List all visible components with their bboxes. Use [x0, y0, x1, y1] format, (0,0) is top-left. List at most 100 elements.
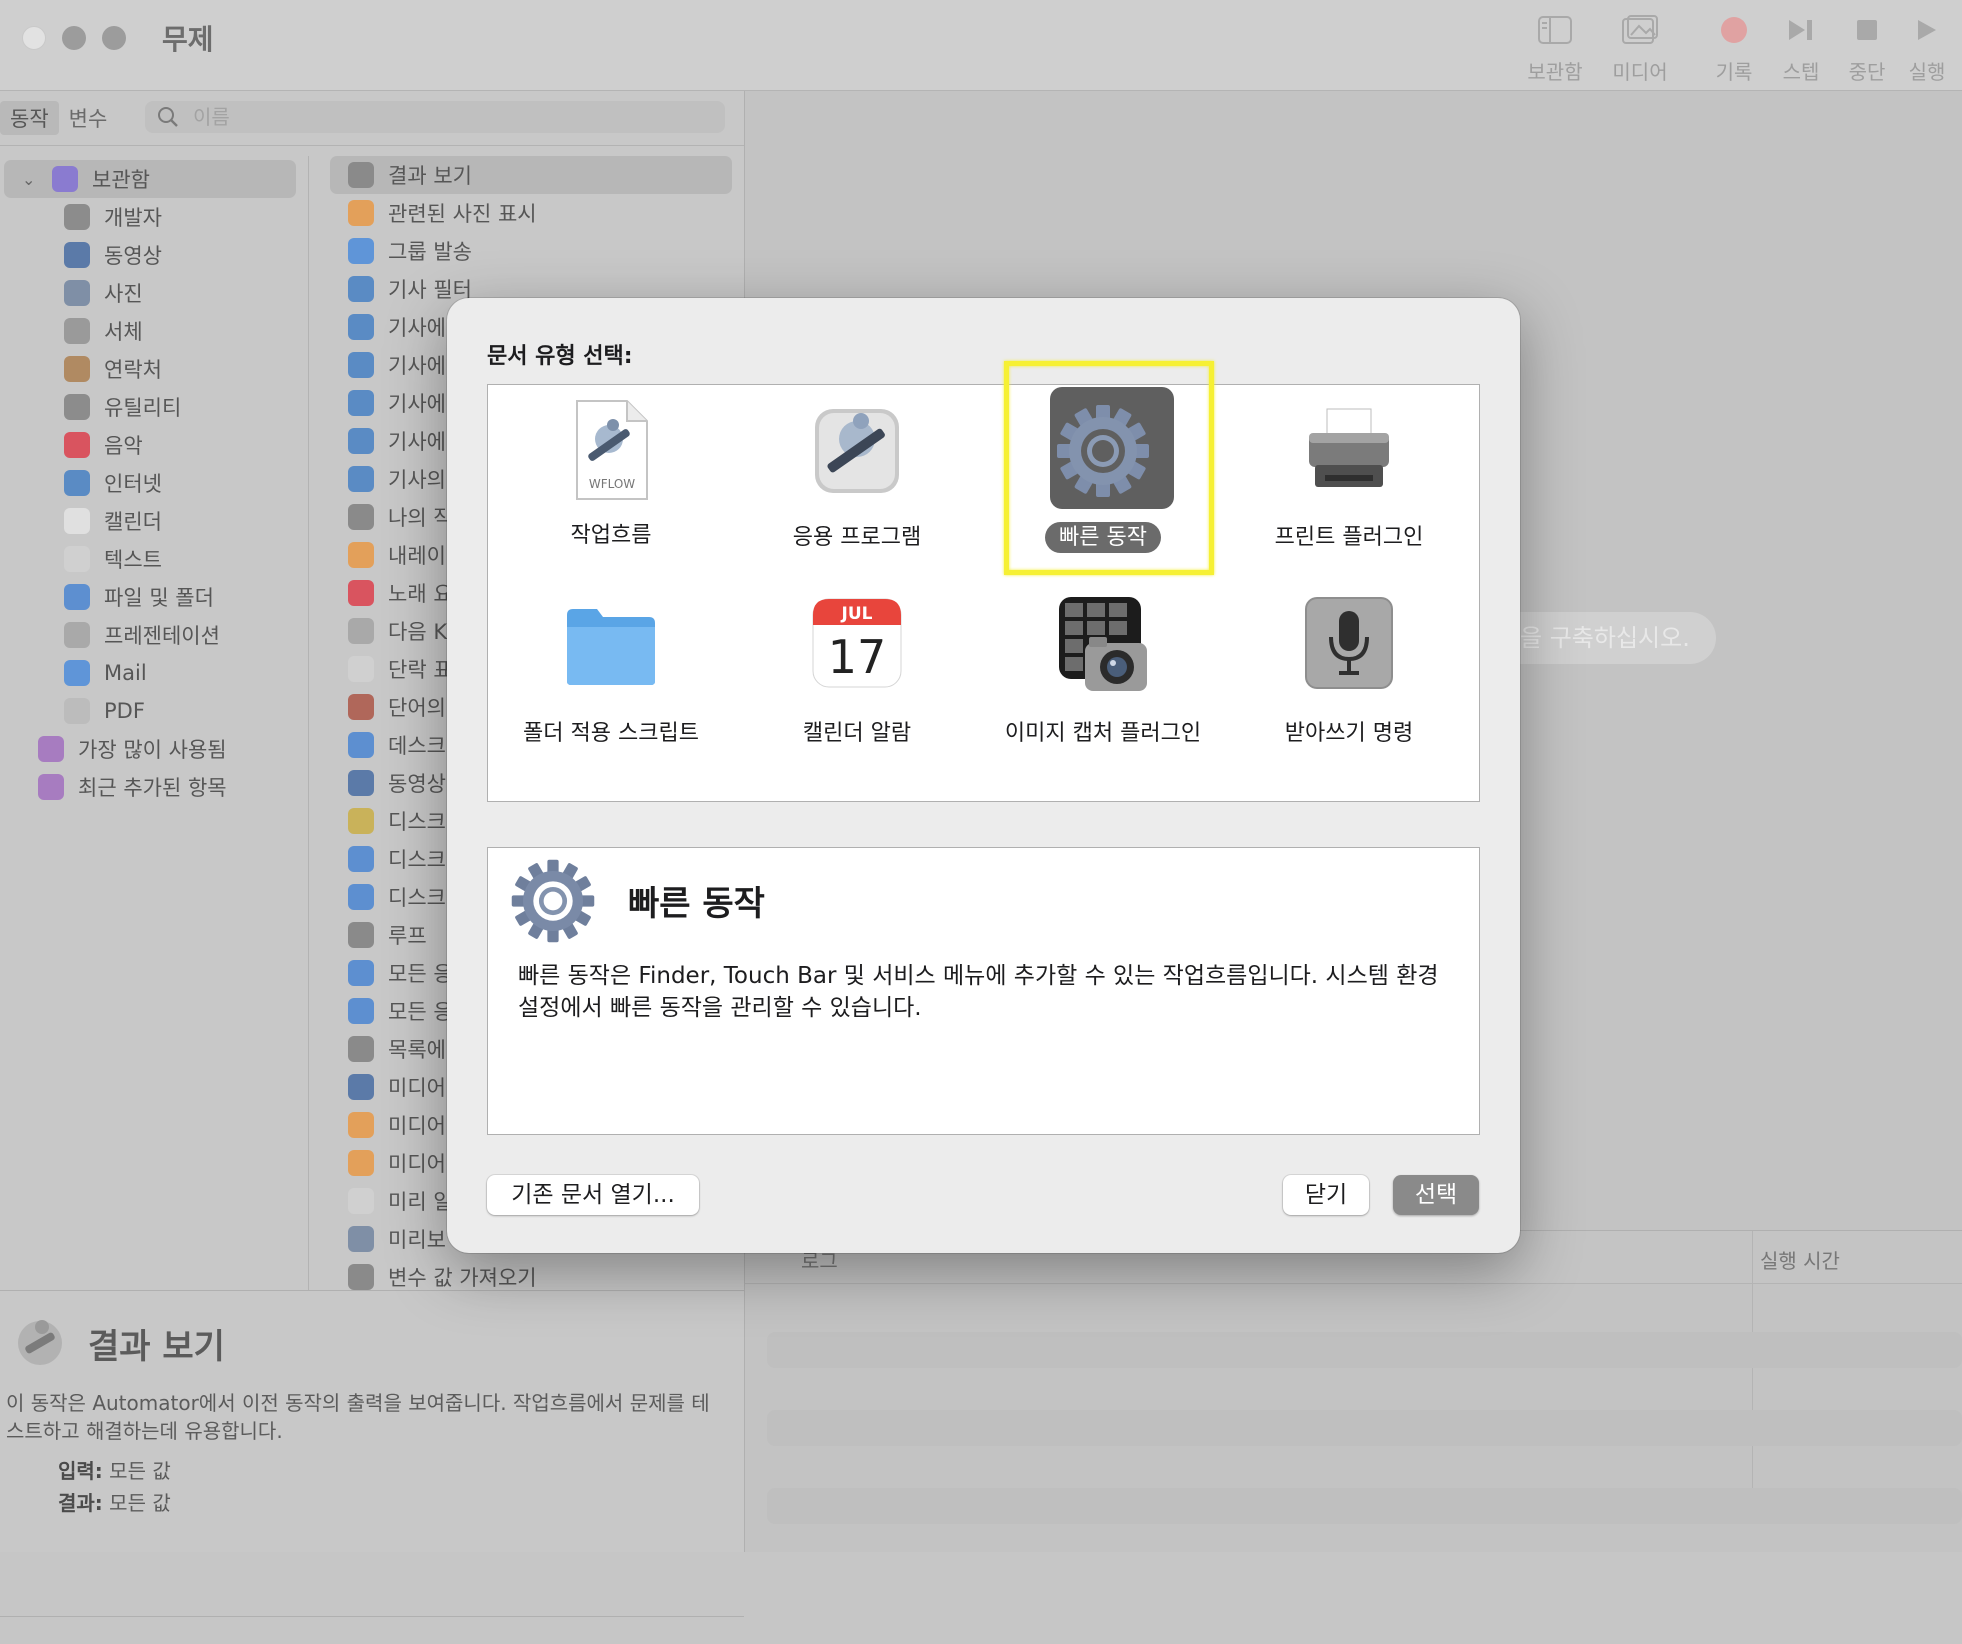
toolbar-library-button[interactable]: 보관함: [1515, 10, 1595, 85]
library-item[interactable]: 유틸리티: [0, 388, 308, 426]
library-item[interactable]: 동영상: [0, 236, 308, 274]
library-item[interactable]: ⌄ 보관함: [4, 160, 296, 198]
library-item-label: 사진: [104, 282, 143, 306]
type-calendar-alarm[interactable]: JUL 17 캘린더 알람: [734, 581, 980, 771]
type-application[interactable]: 응용 프로그램: [734, 385, 980, 575]
action-icon: [348, 314, 374, 340]
duration-column-header[interactable]: 실행 시간: [1760, 1245, 1840, 1274]
category-icon: [64, 242, 90, 268]
action-item[interactable]: 그룹 발송: [330, 232, 732, 270]
library-item[interactable]: Mail: [0, 654, 308, 692]
action-icon: [348, 542, 374, 568]
info-input-value: 모든 값: [109, 1459, 171, 1483]
calendar-month: JUL: [841, 604, 873, 624]
document-type-grid: WFLOW 작업흐름 응용 프로그램 빠른 동작 프린트 플러그인 폴더 적용 …: [487, 384, 1480, 802]
library-item[interactable]: 파일 및 폴더: [0, 578, 308, 616]
type-label: 프린트 플러그인: [1274, 525, 1424, 550]
library-item[interactable]: 텍스트: [0, 540, 308, 578]
action-icon: [348, 276, 374, 302]
action-item-label: 결과 보기: [388, 164, 472, 188]
action-item-label: 모든 응: [388, 962, 453, 986]
category-icon: [64, 546, 90, 572]
action-item[interactable]: 관련된 사진 표시: [330, 194, 732, 232]
category-icon: [64, 280, 90, 306]
type-dictation-command[interactable]: 받아쓰기 명령: [1226, 581, 1472, 771]
action-item-label: 디스크: [388, 886, 446, 910]
toolbar-run-button[interactable]: 실행: [1892, 10, 1962, 85]
category-icon: [64, 508, 90, 534]
category-icon: [64, 394, 90, 420]
action-item-label: 기사에: [388, 354, 446, 378]
action-icon: [348, 884, 374, 910]
library-item[interactable]: 최근 추가된 항목: [0, 768, 308, 806]
description-title: 빠른 동작: [628, 884, 765, 924]
library-item[interactable]: 음악: [0, 426, 308, 464]
action-icon: [348, 428, 374, 454]
action-item-label: 나의 작: [388, 506, 453, 530]
info-input-label: 입력:: [58, 1459, 103, 1483]
library-item[interactable]: 캘린더: [0, 502, 308, 540]
gear-icon: [511, 859, 595, 943]
search-field[interactable]: [145, 101, 725, 133]
type-label: 응용 프로그램: [792, 525, 922, 550]
action-item-label: 그룹 발송: [388, 240, 472, 264]
action-icon: [348, 808, 374, 834]
library-item[interactable]: PDF: [0, 692, 308, 730]
library-item[interactable]: 가장 많이 사용됨: [0, 730, 308, 768]
library-item[interactable]: 서체: [0, 312, 308, 350]
close-button[interactable]: 닫기: [1283, 1175, 1369, 1215]
chevron-down-icon[interactable]: ⌄: [22, 170, 38, 189]
category-icon: [64, 432, 90, 458]
library-item[interactable]: 개발자: [0, 198, 308, 236]
action-icon: [348, 656, 374, 682]
action-item-label: 미리 알: [388, 1190, 453, 1214]
library-item-label: 서체: [104, 320, 143, 344]
library-item[interactable]: 연락처: [0, 350, 308, 388]
action-icon: [348, 732, 374, 758]
open-existing-document-button[interactable]: 기존 문서 열기...: [487, 1175, 699, 1215]
action-icon: [348, 1264, 374, 1290]
tab-variables[interactable]: 변수: [59, 101, 118, 135]
action-icon: [348, 238, 374, 264]
type-workflow[interactable]: WFLOW 작업흐름: [488, 385, 734, 575]
action-icon: [348, 390, 374, 416]
category-icon: [64, 660, 90, 686]
wflow-badge: WFLOW: [589, 477, 635, 491]
info-result-row: 결과: 모든 값: [58, 1487, 171, 1516]
close-window-button[interactable]: [22, 26, 46, 50]
action-item-label: 동영상: [388, 772, 446, 796]
action-item-label: 미리보: [388, 1228, 446, 1252]
library-item-label: 텍스트: [104, 548, 162, 572]
zoom-window-button[interactable]: [102, 26, 126, 50]
action-icon: [348, 846, 374, 872]
type-print-plugin[interactable]: 프린트 플러그인: [1226, 385, 1472, 575]
library-item[interactable]: 인터넷: [0, 464, 308, 502]
log-row: [767, 1488, 1962, 1524]
library-item-label: Mail: [104, 661, 147, 685]
library-item-label: PDF: [104, 699, 145, 723]
window-title: 무제: [162, 23, 214, 56]
tab-actions[interactable]: 동작: [0, 101, 59, 135]
library-icon: [1515, 10, 1595, 50]
library-item-label: 최근 추가된 항목: [78, 776, 227, 800]
automator-robot-icon: [815, 409, 899, 493]
action-icon: [348, 1226, 374, 1252]
category-icon: [64, 204, 90, 230]
action-item-label: 다음 K: [388, 620, 448, 644]
workflow-document-icon: WFLOW: [576, 400, 648, 500]
library-item[interactable]: 프레젠테이션: [0, 616, 308, 654]
library-item[interactable]: 사진: [0, 274, 308, 312]
minimize-window-button[interactable]: [62, 26, 86, 50]
action-icon: [348, 200, 374, 226]
search-input[interactable]: [191, 104, 695, 130]
type-folder-action[interactable]: 폴더 적용 스크립트: [488, 581, 734, 771]
type-image-capture-plugin[interactable]: 이미지 캡처 플러그인: [980, 581, 1226, 771]
action-icon: [348, 1074, 374, 1100]
action-item-label: 관련된 사진 표시: [388, 202, 537, 226]
document-type-dialog: 문서 유형 선택: WFLOW 작업흐름 응용 프로그램 빠른 동작 프린트 플…: [447, 298, 1520, 1253]
choose-button[interactable]: 선택: [1393, 1175, 1479, 1215]
toolbar-media-button[interactable]: 미디어: [1600, 10, 1680, 85]
action-item[interactable]: 결과 보기: [330, 156, 732, 194]
category-icon: [64, 622, 90, 648]
action-item-label: 디스크: [388, 848, 446, 872]
